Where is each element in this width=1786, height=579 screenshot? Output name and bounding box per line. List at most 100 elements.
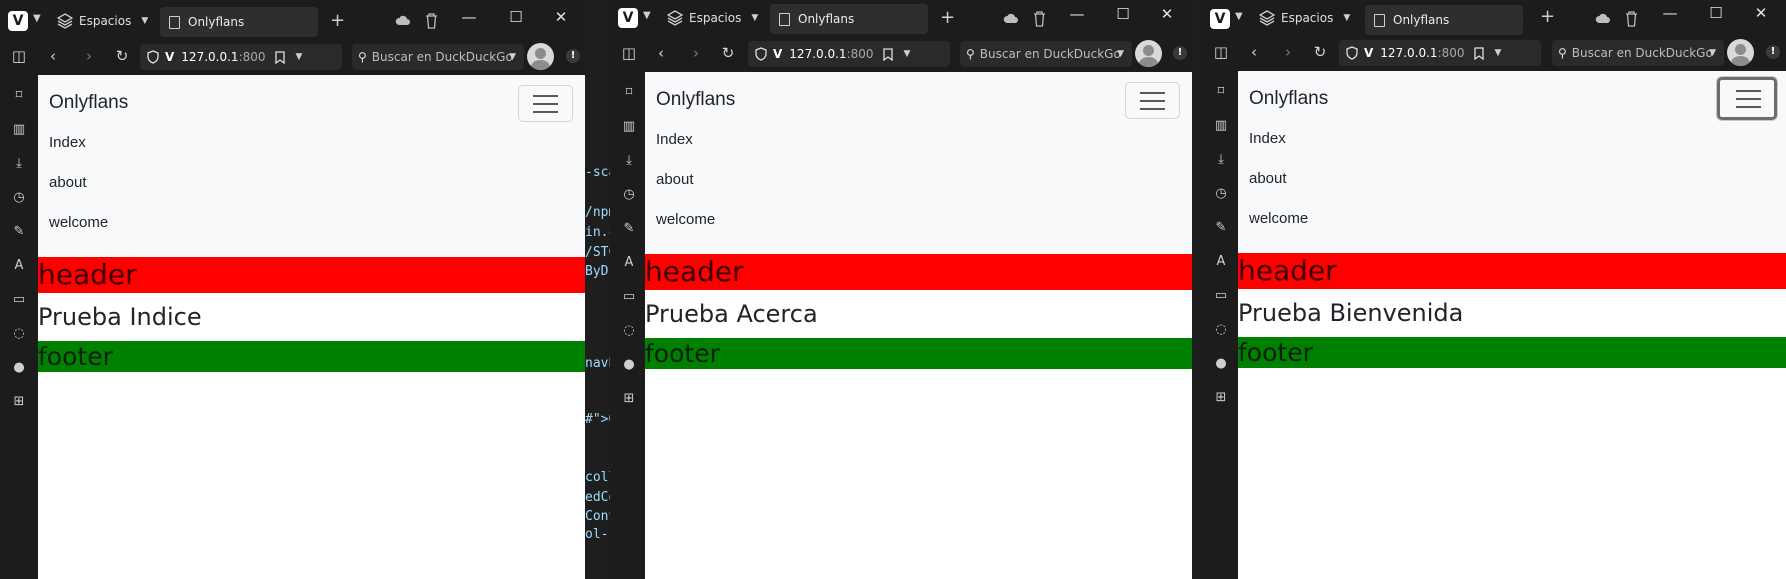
nav-link-welcome[interactable]: welcome — [49, 214, 108, 231]
bookmark-icon[interactable]: ⌑ — [11, 88, 27, 104]
maximize-icon[interactable]: ☐ — [1706, 4, 1726, 22]
close-icon[interactable]: ✕ — [1751, 4, 1771, 22]
avatar-icon[interactable] — [527, 43, 554, 70]
window-icon[interactable]: ▭ — [11, 292, 27, 308]
chevron-down-icon[interactable]: ▼ — [1709, 48, 1716, 58]
chevron-down-icon[interactable]: ▼ — [904, 49, 911, 59]
vivaldi-logo-icon[interactable]: V — [1210, 9, 1230, 29]
download-icon[interactable]: ⤓ — [621, 153, 637, 169]
notes-icon[interactable]: ✎ — [621, 221, 637, 237]
nav-link-about[interactable]: about — [1249, 170, 1287, 187]
browser-tab[interactable]: Onlyflans — [1365, 5, 1523, 35]
chevron-down-icon[interactable]: ▼ — [1117, 49, 1124, 59]
cloud-icon[interactable] — [395, 14, 411, 26]
forward-icon[interactable]: › — [80, 47, 98, 65]
translate-icon[interactable]: A — [1213, 254, 1229, 270]
search-field[interactable]: ⚲ Buscar en DuckDuckGo ▼ — [960, 41, 1132, 67]
reading-list-icon[interactable]: ▥ — [11, 122, 27, 138]
bookmark-icon[interactable] — [274, 50, 285, 64]
nav-link-about[interactable]: about — [656, 171, 694, 188]
maximize-icon[interactable]: ☐ — [1113, 5, 1133, 23]
history-icon[interactable]: ◷ — [11, 190, 27, 206]
notes-icon[interactable]: ✎ — [11, 224, 27, 240]
close-icon[interactable]: ✕ — [1157, 5, 1177, 23]
chat-icon[interactable]: ◌ — [621, 323, 637, 339]
maximize-icon[interactable]: ☐ — [506, 8, 526, 26]
address-bar[interactable]: V 127.0.0.1:800 ▼ — [748, 41, 950, 67]
avatar-icon[interactable] — [1727, 39, 1754, 66]
alert-icon[interactable]: ! — [1173, 46, 1187, 60]
new-tab-button[interactable]: + — [330, 10, 345, 31]
alert-icon[interactable]: ! — [566, 49, 580, 63]
nav-link-welcome[interactable]: welcome — [1249, 210, 1308, 227]
new-tab-button[interactable]: + — [940, 7, 955, 28]
trash-icon[interactable] — [425, 13, 438, 29]
forward-icon[interactable]: › — [1279, 43, 1297, 61]
chat-icon[interactable]: ◌ — [1213, 322, 1229, 338]
search-field[interactable]: ⚲ Buscar en DuckDuckGo ▼ — [352, 44, 524, 70]
panel-toggle-icon[interactable]: ◫ — [620, 44, 638, 62]
browser-tab[interactable]: Onlyflans — [160, 7, 318, 37]
search-field[interactable]: ⚲ Buscar en DuckDuckGo ▼ — [1552, 40, 1724, 66]
bookmark-icon[interactable]: ⌑ — [1213, 84, 1229, 100]
vivaldi-logo-icon[interactable]: V — [618, 8, 638, 28]
cloud-icon[interactable] — [1595, 12, 1611, 24]
chevron-down-icon[interactable]: ▼ — [643, 10, 651, 21]
nav-link-about[interactable]: about — [49, 174, 87, 191]
add-panel-icon[interactable]: ⊞ — [1213, 390, 1229, 406]
forward-icon[interactable]: › — [687, 44, 705, 62]
navbar-toggler-button[interactable] — [1717, 77, 1777, 120]
download-icon[interactable]: ⤓ — [1213, 152, 1229, 168]
nav-link-welcome[interactable]: welcome — [656, 211, 715, 228]
panel-toggle-icon[interactable]: ◫ — [1212, 43, 1230, 61]
nav-link-index[interactable]: Index — [49, 134, 86, 151]
browser-tab[interactable]: Onlyflans — [770, 4, 928, 34]
chevron-down-icon[interactable]: ▼ — [33, 13, 41, 24]
globe-icon[interactable]: ● — [11, 360, 27, 376]
site-brand[interactable]: Onlyflans — [1249, 88, 1328, 110]
trash-icon[interactable] — [1625, 11, 1638, 27]
navbar-toggler-button[interactable] — [518, 85, 573, 122]
avatar-icon[interactable] — [1135, 40, 1162, 67]
reload-icon[interactable]: ↻ — [1311, 43, 1329, 61]
close-icon[interactable]: ✕ — [551, 8, 571, 26]
vivaldi-logo-icon[interactable]: V — [8, 11, 28, 31]
bookmark-icon[interactable]: ⌑ — [621, 85, 637, 101]
minimize-icon[interactable]: — — [1660, 4, 1680, 22]
minimize-icon[interactable]: — — [1067, 5, 1087, 23]
translate-icon[interactable]: A — [11, 258, 27, 274]
minimize-icon[interactable]: — — [459, 8, 479, 26]
address-bar[interactable]: V 127.0.0.1:800 ▼ — [140, 44, 342, 70]
reload-icon[interactable]: ↻ — [113, 47, 131, 65]
workspaces-button[interactable]: Espacios ▼ — [667, 10, 758, 26]
address-bar[interactable]: V 127.0.0.1:800 ▼ — [1339, 40, 1541, 66]
add-panel-icon[interactable]: ⊞ — [11, 394, 27, 410]
chevron-down-icon[interactable]: ▼ — [509, 52, 516, 62]
workspaces-button[interactable]: Espacios ▼ — [57, 13, 148, 29]
globe-icon[interactable]: ● — [1213, 356, 1229, 372]
workspaces-button[interactable]: Espacios ▼ — [1259, 10, 1350, 26]
back-icon[interactable]: ‹ — [44, 47, 62, 65]
reading-list-icon[interactable]: ▥ — [1213, 118, 1229, 134]
navbar-toggler-button[interactable] — [1125, 82, 1180, 119]
window-icon[interactable]: ▭ — [621, 289, 637, 305]
back-icon[interactable]: ‹ — [1245, 43, 1263, 61]
history-icon[interactable]: ◷ — [1213, 186, 1229, 202]
nav-link-index[interactable]: Index — [1249, 130, 1286, 147]
site-brand[interactable]: Onlyflans — [49, 92, 128, 114]
chevron-down-icon[interactable]: ▼ — [1495, 48, 1502, 58]
cloud-icon[interactable] — [1003, 12, 1019, 24]
chat-icon[interactable]: ◌ — [11, 326, 27, 342]
bookmark-icon[interactable] — [882, 47, 893, 61]
add-panel-icon[interactable]: ⊞ — [621, 391, 637, 407]
panel-toggle-icon[interactable]: ◫ — [10, 47, 28, 65]
chevron-down-icon[interactable]: ▼ — [1235, 11, 1243, 22]
download-icon[interactable]: ⤓ — [11, 156, 27, 172]
trash-icon[interactable] — [1033, 11, 1046, 27]
window-icon[interactable]: ▭ — [1213, 288, 1229, 304]
translate-icon[interactable]: A — [621, 255, 637, 271]
site-brand[interactable]: Onlyflans — [656, 89, 735, 111]
back-icon[interactable]: ‹ — [652, 44, 670, 62]
reload-icon[interactable]: ↻ — [719, 44, 737, 62]
history-icon[interactable]: ◷ — [621, 187, 637, 203]
